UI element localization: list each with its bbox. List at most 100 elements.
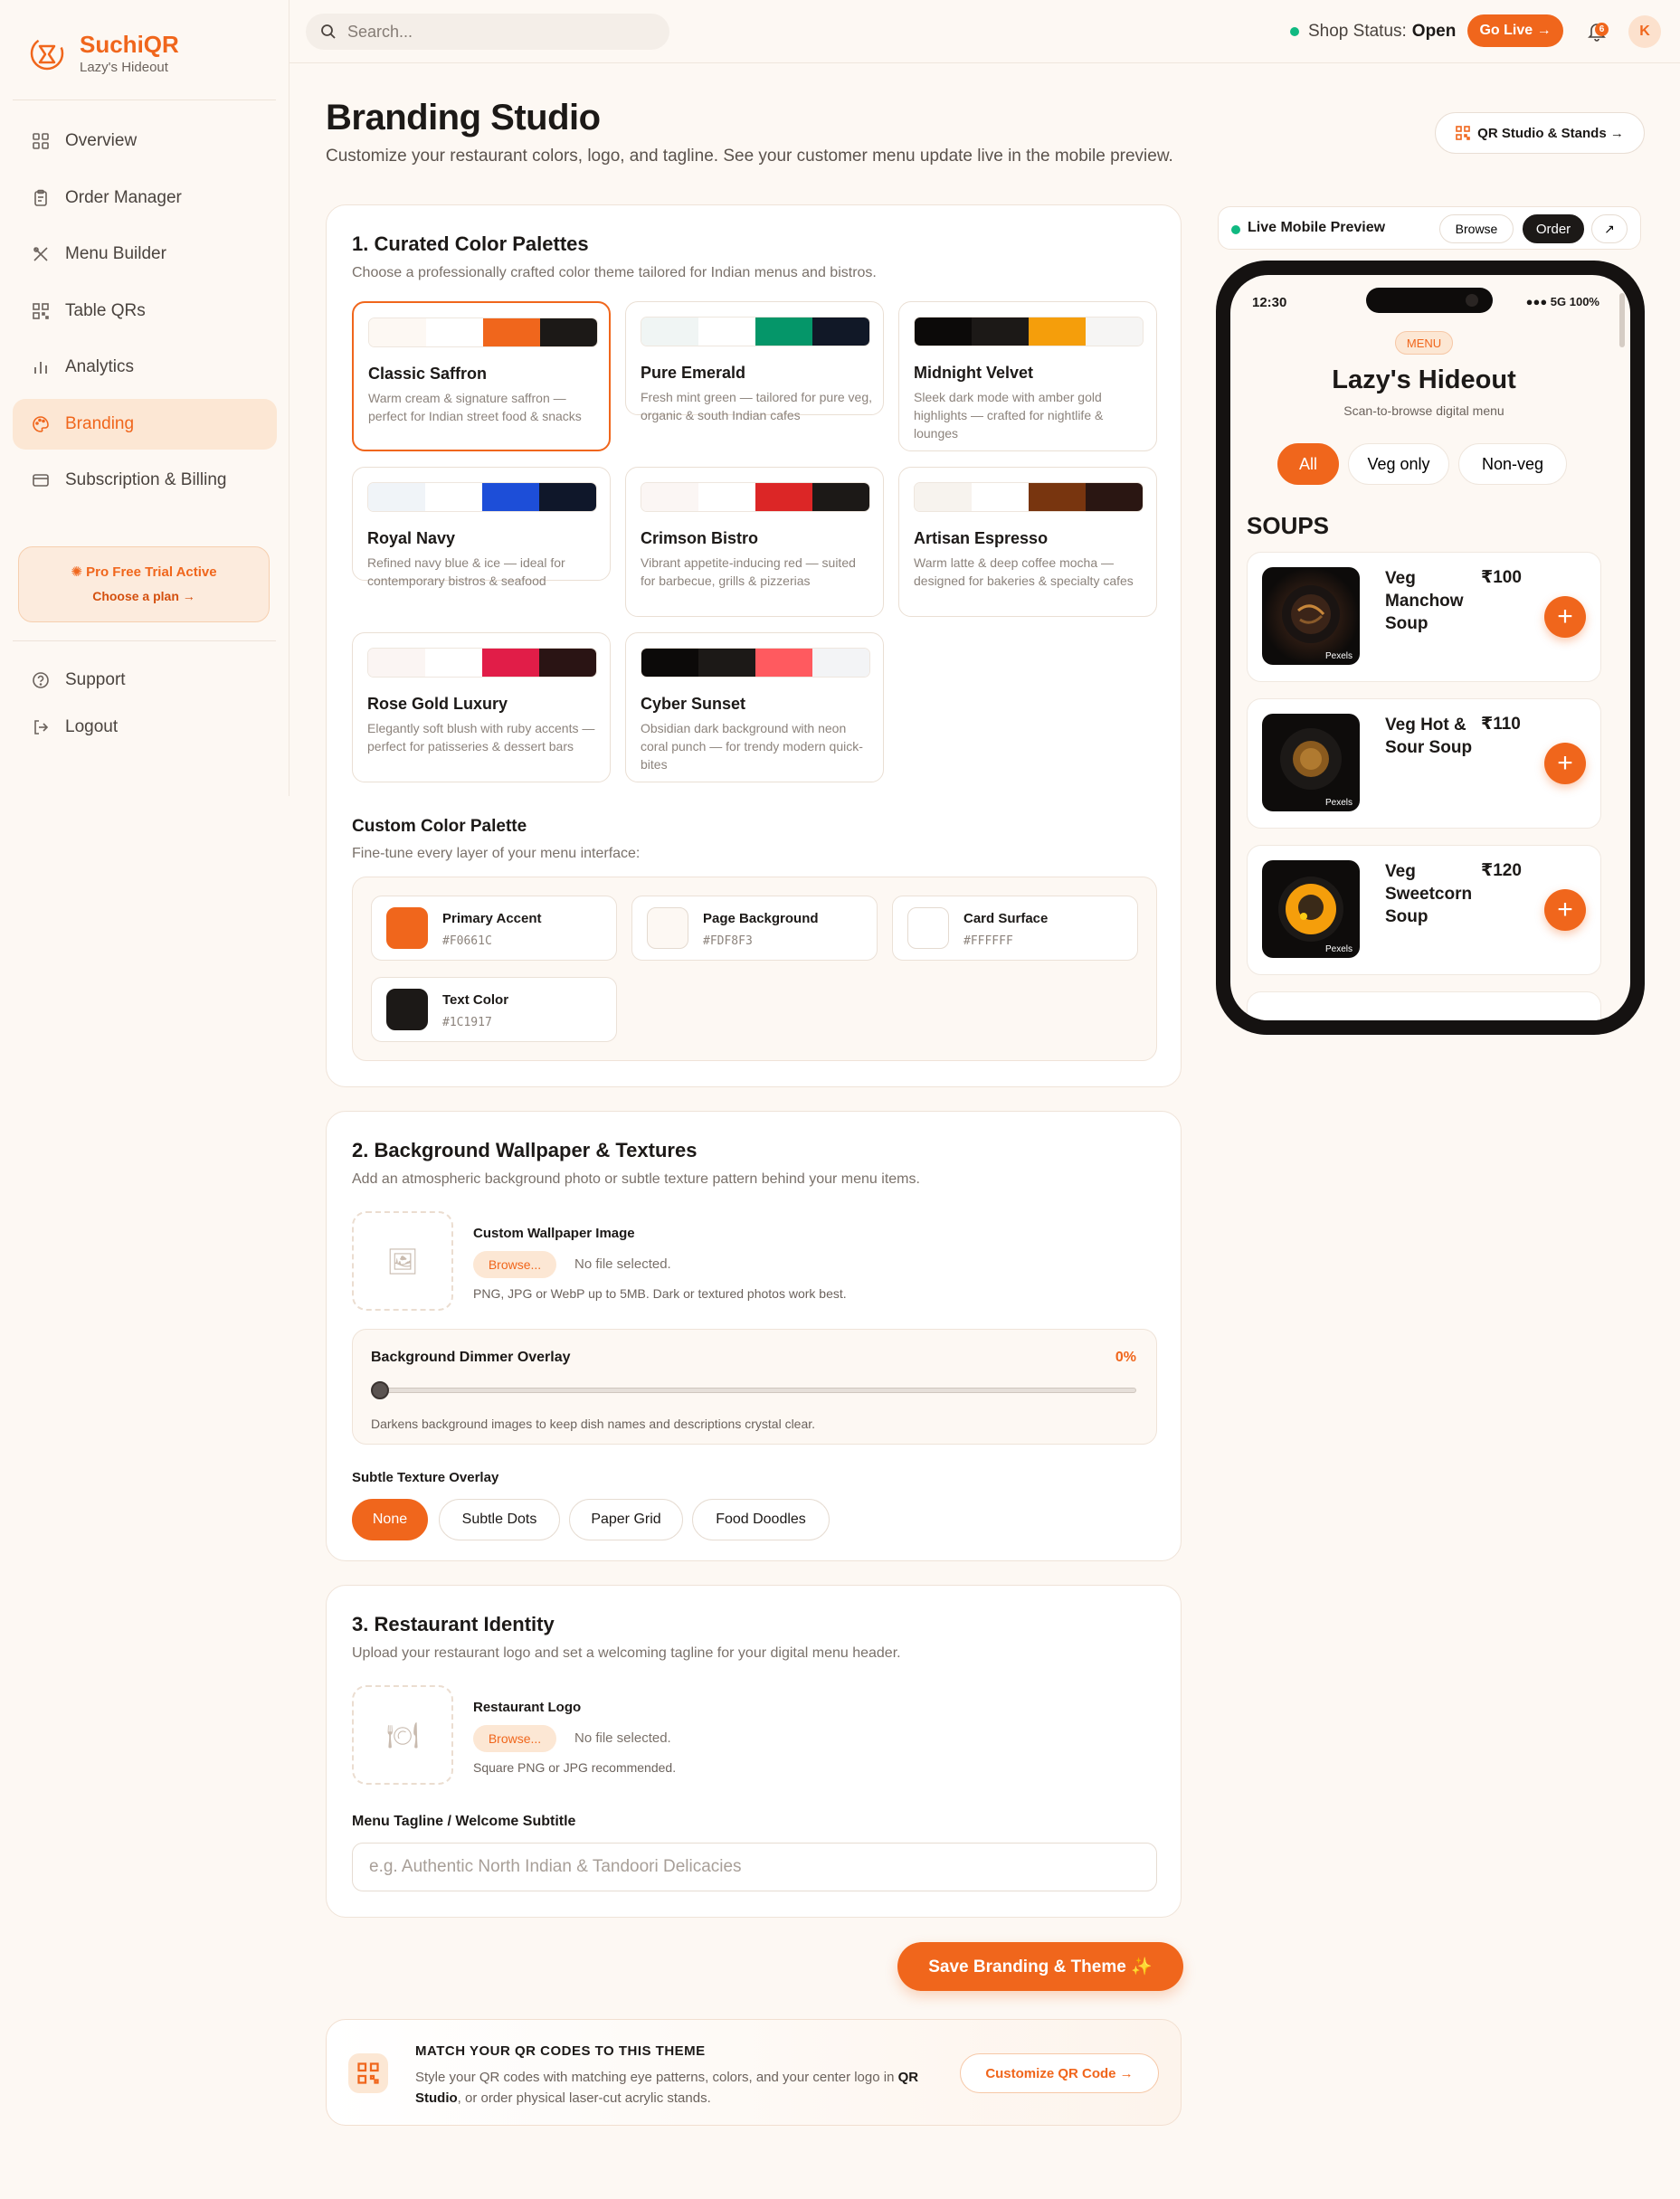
color-hex: #F0661C	[442, 934, 492, 948]
color-label: Page Background	[703, 911, 819, 926]
photo-credit: Pexels	[1324, 798, 1353, 808]
dish-card[interactable]: Pexels Veg Hot & Sour Soup ₹110 +	[1247, 698, 1601, 829]
dimmer-box: Background Dimmer Overlay 0% Darkens bac…	[352, 1329, 1157, 1445]
tagline-input[interactable]	[352, 1843, 1157, 1891]
primary-accent-field[interactable]: Primary Accent #F0661C	[371, 896, 617, 961]
palette-name: Crimson Bistro	[641, 529, 759, 547]
sidebar-item-support[interactable]: Support	[13, 657, 277, 704]
palette-option[interactable]: Classic Saffron Warm cream & signature sa…	[352, 301, 611, 451]
preview-label: Live Mobile Preview	[1248, 220, 1386, 235]
palette-name: Royal Navy	[367, 529, 456, 547]
preview-browse-button[interactable]: Browse	[1439, 214, 1514, 243]
sidebar-bottom-nav: Support Logout	[13, 657, 277, 751]
section-subtitle: Choose a professionally crafted color th…	[352, 265, 877, 280]
color-hex: #1C1917	[442, 1016, 492, 1029]
palette-option[interactable]: Rose Gold Luxury Elegantly soft blush wit…	[352, 632, 611, 782]
color-chip[interactable]	[386, 989, 428, 1030]
dish-price: ₹100	[1481, 568, 1522, 587]
filter-veg[interactable]: Veg only	[1348, 443, 1449, 485]
utensils-icon	[31, 244, 51, 264]
wallpaper-upload-box[interactable]: 🖼	[352, 1211, 453, 1311]
color-chip[interactable]	[647, 907, 688, 949]
browse-logo-button[interactable]: Browse...	[473, 1725, 556, 1752]
palette-swatch	[812, 649, 869, 677]
palette-option[interactable]: Pure Emerald Fresh mint green — tailored …	[625, 301, 884, 422]
trial-card[interactable]: ✺ Pro Free Trial Active Choose a plan →	[18, 546, 270, 622]
card-surface-field[interactable]: Card Surface #FFFFFF	[892, 896, 1138, 961]
search-input[interactable]	[347, 22, 637, 42]
qr-icon	[1456, 126, 1470, 140]
add-to-cart-button[interactable]: +	[1544, 889, 1586, 931]
qr-studio-button[interactable]: QR Studio & Stands →	[1435, 112, 1645, 154]
texture-doodles-chip[interactable]: Food Doodles	[692, 1499, 830, 1540]
palette-option[interactable]: Cyber Sunset Obsidian dark background wit…	[625, 632, 884, 782]
palette-swatch	[539, 649, 596, 677]
texture-grid-chip[interactable]: Paper Grid	[569, 1499, 683, 1540]
photo-credit: Pexels	[1324, 944, 1353, 954]
save-branding-button[interactable]: Save Branding & Theme ✨	[897, 1942, 1183, 1991]
sidebar-item-menu-builder[interactable]: Menu Builder	[13, 229, 277, 280]
palette-description: Elegantly soft blush with ruby accents —…	[367, 721, 595, 754]
palette-option[interactable]: Royal Navy Refined navy blue & ice — idea…	[352, 467, 611, 588]
palette-option[interactable]: Crimson Bistro Vibrant appetite-inducing …	[625, 467, 884, 617]
color-hex: #FFFFFF	[963, 934, 1013, 948]
custom-palette-subtitle: Fine-tune every layer of your menu inter…	[352, 846, 641, 861]
color-chip[interactable]	[907, 907, 949, 949]
palette-swatch	[698, 649, 755, 677]
sidebar-item-logout[interactable]: Logout	[13, 704, 277, 751]
avatar[interactable]: K	[1628, 15, 1661, 48]
sidebar-item-label: Support	[65, 670, 126, 689]
scrollbar[interactable]	[1619, 293, 1625, 347]
sidebar-item-subscription[interactable]: Subscription & Billing	[13, 455, 277, 506]
palette-option[interactable]: Artisan Espresso Warm latte & deep coffee…	[898, 467, 1157, 617]
bar-chart-icon	[31, 357, 51, 377]
sidebar-item-overview[interactable]: Overview	[13, 116, 277, 166]
sidebar-item-branding[interactable]: Branding	[13, 398, 277, 450]
expand-icon[interactable]: ↗	[1591, 214, 1628, 243]
palette-icon	[31, 414, 51, 434]
palette-swatches	[641, 648, 870, 678]
dish-name: Veg Manchow Soup	[1385, 569, 1464, 633]
sidebar-item-label: Overview	[65, 131, 138, 150]
text-color-field[interactable]: Text Color #1C1917	[371, 977, 617, 1042]
palette-option[interactable]: Midnight Velvet Sleek dark mode with ambe…	[898, 301, 1157, 451]
shop-status: Shop Status: Open	[1290, 22, 1456, 42]
texture-dots-chip[interactable]: Subtle Dots	[439, 1499, 560, 1540]
go-live-button[interactable]: Go Live →	[1467, 14, 1563, 47]
dimmer-slider-thumb[interactable]	[371, 1381, 389, 1399]
dish-card[interactable]: Pexels Veg Manchow Soup ₹100 +	[1247, 552, 1601, 682]
palette-description: Warm latte & deep coffee mocha — designe…	[914, 555, 1134, 588]
palette-swatch	[1029, 483, 1086, 511]
brand[interactable]: SuchiQR Lazy's Hideout	[29, 31, 179, 75]
preview-order-button[interactable]: Order	[1523, 214, 1584, 243]
palette-swatch	[482, 483, 539, 511]
sidebar-item-order-manager[interactable]: Order Manager	[13, 173, 277, 223]
texture-label: Subtle Texture Overlay	[352, 1470, 499, 1485]
browse-wallpaper-button[interactable]: Browse...	[473, 1251, 556, 1278]
brand-logo-icon	[30, 36, 64, 70]
sidebar-item-analytics[interactable]: Analytics	[13, 342, 277, 393]
dimmer-slider-track[interactable]	[376, 1388, 1136, 1393]
sidebar-item-table-qrs[interactable]: Table QRs	[13, 286, 277, 336]
no-file-text: No file selected.	[574, 1256, 671, 1272]
palette-swatches	[914, 482, 1144, 512]
dish-card[interactable]	[1247, 991, 1601, 1020]
preview-bar: Live Mobile Preview Browse Order ↗	[1218, 206, 1641, 250]
color-chip[interactable]	[386, 907, 428, 949]
filter-nonveg[interactable]: Non-veg	[1458, 443, 1567, 485]
search-icon	[321, 24, 336, 39]
dish-name: Veg Hot & Sour Soup	[1385, 716, 1473, 757]
credit-card-icon	[31, 470, 51, 490]
logo-upload-box[interactable]: 🍽	[352, 1685, 453, 1785]
page-background-field[interactable]: Page Background #FDF8F3	[631, 896, 878, 961]
texture-none-chip[interactable]: None	[352, 1499, 428, 1540]
filter-all[interactable]: All	[1277, 443, 1339, 485]
choose-plan-link[interactable]: Choose a plan →	[19, 589, 269, 603]
dish-image: Pexels	[1262, 860, 1360, 958]
add-to-cart-button[interactable]: +	[1544, 743, 1586, 784]
palette-description: Refined navy blue & ice — ideal for cont…	[367, 555, 565, 588]
add-to-cart-button[interactable]: +	[1544, 596, 1586, 638]
customize-qr-button[interactable]: Customize QR Code →	[960, 2053, 1159, 2093]
search-bar[interactable]	[306, 14, 669, 50]
dish-card[interactable]: Pexels Veg Sweetcorn Soup ₹120 +	[1247, 845, 1601, 975]
